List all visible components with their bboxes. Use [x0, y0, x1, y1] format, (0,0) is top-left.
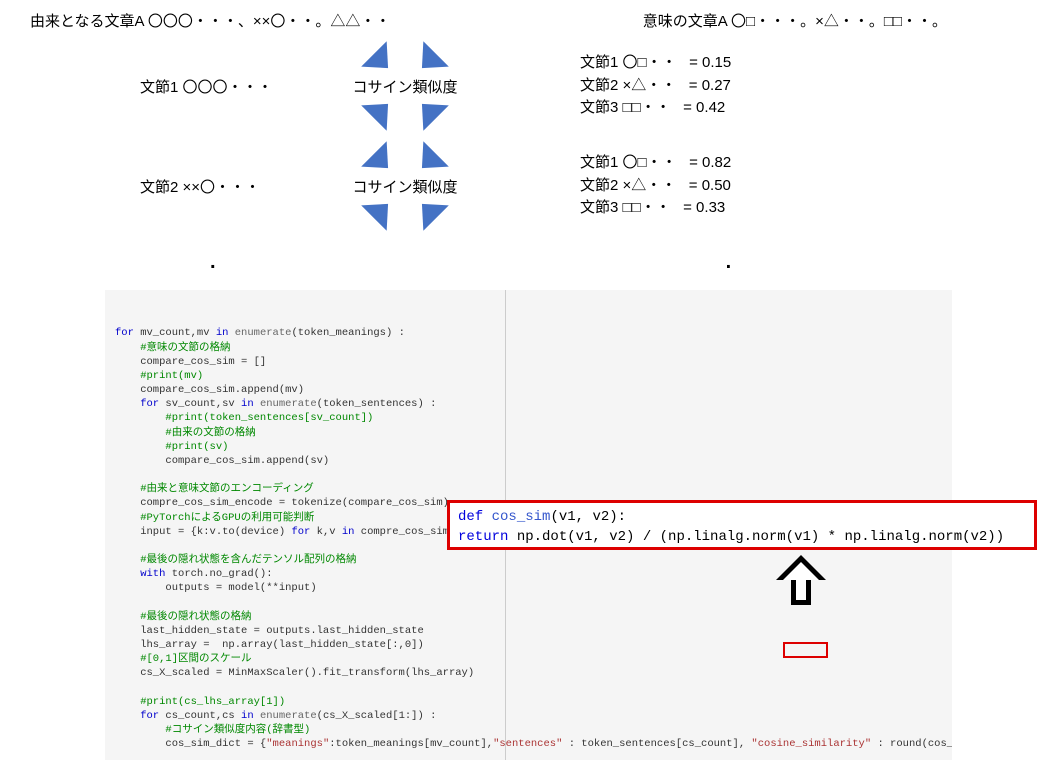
return-keyword: return	[458, 529, 508, 545]
results-2: 文節1 〇□・・ = 0.82 文節2 ×△・・ = 0.50 文節3 □□・・…	[520, 152, 840, 220]
source-sentence-header: 由来となる文章A 〇〇〇・・・、××〇・・。△△・・	[30, 10, 390, 31]
meaning-sentence-header: 意味の文章A 〇□・・・。×△・・。□□・・。	[643, 10, 947, 31]
comparison-row-1: 文節1 〇〇〇・・・ コサイン類似度 文節1 〇□・・ = 0.15 文節2 ×…	[30, 51, 1027, 121]
function-body: np.dot(v1, v2) / (np.linalg.norm(v1) * n…	[508, 529, 1004, 545]
result-line: 文節1 〇□・・ = 0.15	[580, 52, 840, 75]
result-line: 文節2 ×△・・ = 0.27	[580, 75, 840, 98]
results-1: 文節1 〇□・・ = 0.15 文節2 ×△・・ = 0.27 文節3 □□・・…	[520, 52, 840, 120]
result-line: 文節3 □□・・ = 0.42	[580, 97, 840, 120]
phrase-2: 文節2 ××〇・・・	[30, 176, 290, 197]
cosine-label-1: コサイン類似度	[350, 76, 459, 97]
cosine-label-2: コサイン類似度	[350, 176, 459, 197]
ellipsis-dot: .	[726, 251, 732, 274]
comparison-row-2: 文節2 ××〇・・・ コサイン類似度 文節1 〇□・・ = 0.82 文節2 ×…	[30, 151, 1027, 221]
cos-sim-definition-callout: def cos_sim(v1, v2): return np.dot(v1, v…	[447, 500, 1037, 550]
ellipsis-dot: .	[210, 251, 216, 274]
headers-row: 由来となる文章A 〇〇〇・・・、××〇・・。△△・・ 意味の文章A 〇□・・・。…	[30, 10, 1027, 31]
result-line: 文節3 □□・・ = 0.33	[580, 197, 840, 220]
arrow-up-icon	[776, 555, 826, 610]
cosine-col-1: コサイン類似度	[290, 51, 520, 121]
result-line: 文節2 ×△・・ = 0.50	[580, 175, 840, 198]
result-line: 文節1 〇□・・ = 0.82	[580, 152, 840, 175]
function-name: cos_sim	[483, 509, 550, 525]
def-keyword: def	[458, 509, 483, 525]
diagram-section: 由来となる文章A 〇〇〇・・・、××〇・・。△△・・ 意味の文章A 〇□・・・。…	[0, 0, 1057, 284]
cosine-col-2: コサイン類似度	[290, 151, 520, 221]
phrase-1: 文節1 〇〇〇・・・	[30, 76, 290, 97]
function-sig: (v1, v2):	[550, 509, 626, 525]
ellipsis-row: . .	[30, 251, 1027, 274]
cos-sim-call-highlight	[783, 642, 828, 658]
